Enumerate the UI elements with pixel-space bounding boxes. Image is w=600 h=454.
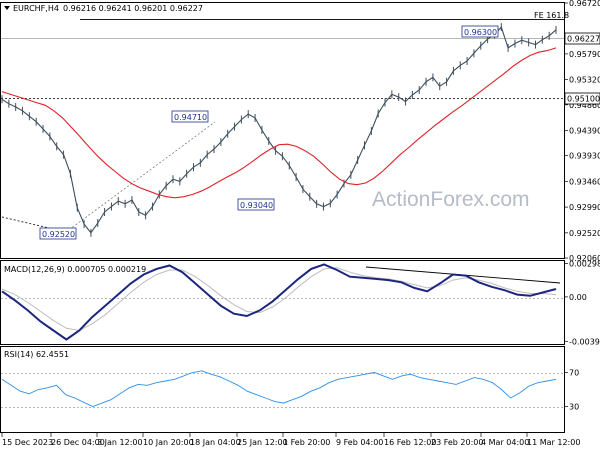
time-tick-label: 16 Feb 12:00: [384, 438, 436, 447]
price-tick-label: 0.96720: [569, 0, 600, 8]
time-tick-label: 1 Feb 20:00: [283, 438, 330, 447]
chart-canvas[interactable]: ActionForex.com EURCHF,H4 0.96216 0.9624…: [0, 0, 600, 450]
price-panel-frame: [0, 2, 565, 259]
callout-label: 0.94710: [174, 113, 207, 122]
macd-title: MACD(12,26,9) 0.000705 0.000219: [4, 265, 146, 274]
macd-tick-label: 0.002985: [569, 259, 600, 268]
time-tick-label: 15 Dec 2023: [2, 438, 53, 447]
price-tick-label: 0.92990: [569, 203, 600, 212]
time-tick-label: 23 Feb 20:00: [431, 438, 483, 447]
rsi-y-axis: 70 30: [564, 369, 579, 412]
macd-y-axis: 0.002985 0.00 -0.00396: [564, 259, 600, 346]
time-x-axis: 15 Dec 202326 Dec 04:003 Jan 12:00 10 Jan…: [1, 433, 580, 447]
time-tick-label: 11 Mar 12:00: [527, 438, 580, 447]
price-tick-label: 0.93460: [569, 177, 600, 186]
symbol-timeframe: EURCHF,H4: [13, 4, 59, 13]
watermark: ActionForex.com: [372, 188, 530, 211]
price-tick-label: 0.95790: [569, 50, 600, 59]
macd-tick-label: -0.00396: [569, 337, 600, 346]
rsi-tick-label: 70: [569, 369, 579, 378]
callout-label: 0.93040: [240, 201, 273, 210]
time-tick-label: 18 Jan 04:00: [190, 438, 241, 447]
time-tick-label: 25 Jan 12:00: [237, 438, 288, 447]
time-tick-label: 9 Feb 04:00: [336, 438, 383, 447]
rsi-tick-label: 30: [569, 403, 579, 412]
rsi-panel-frame: [0, 346, 565, 433]
price-tick-label: 0.94390: [569, 127, 600, 136]
callout-label: 0.96300: [464, 28, 497, 37]
time-tick-label: 4 Mar 04:00: [481, 438, 529, 447]
ohlc-values: 0.96216 0.96241 0.96201 0.96227: [63, 4, 203, 13]
price-tick-label: 0.95320: [569, 76, 600, 85]
price-tick-label: 0.93930: [569, 152, 600, 161]
chart-window[interactable]: ActionForex.com EURCHF,H4 0.96216 0.9624…: [0, 0, 600, 450]
chart-header: EURCHF,H4 0.96216 0.96241 0.96201 0.9622…: [4, 4, 203, 13]
current-price-label: 0.96227: [567, 35, 600, 44]
macd-tick-label: 0.00: [569, 293, 587, 302]
price-tick-label: 0.92520: [569, 229, 600, 238]
fe-label: FE 161.8: [534, 11, 569, 20]
current-price-marker: 0.96227: [564, 32, 600, 45]
level-price-marker: 0.95100: [564, 92, 600, 105]
time-tick-label: 3 Jan 12:00: [97, 438, 143, 447]
level-price-label: 0.95100: [567, 95, 600, 104]
rsi-title: RSI(14) 62.4551: [4, 350, 69, 359]
time-tick-label: 10 Jan 20:00: [143, 438, 194, 447]
callout-label: 0.92520: [42, 230, 75, 239]
